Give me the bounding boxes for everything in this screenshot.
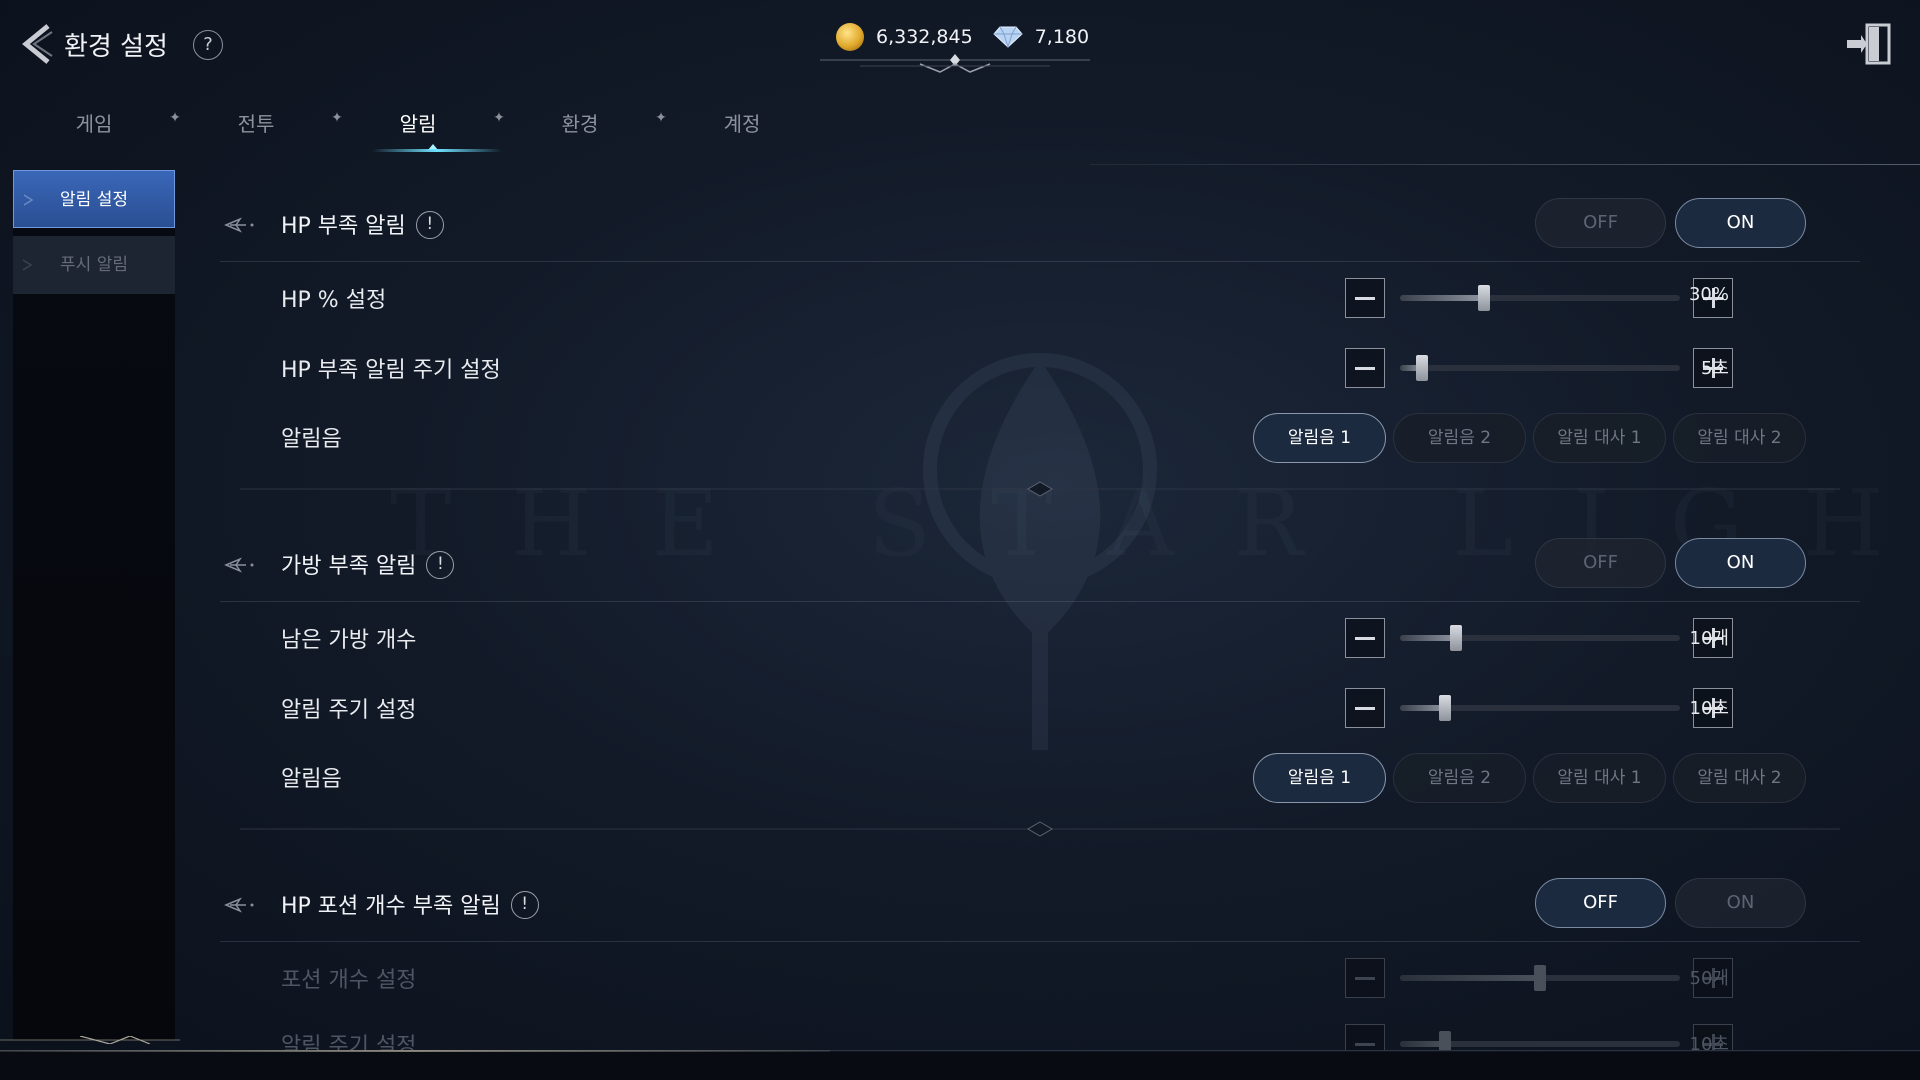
value-slider[interactable]	[1400, 695, 1680, 721]
sound-option-button[interactable]: 알림 대사 2	[1673, 413, 1806, 463]
section-title: HP 부족 알림!	[281, 208, 444, 241]
slider-thumb[interactable]	[1534, 965, 1546, 991]
sidebar: 알림 설정 푸시 알림	[13, 170, 175, 1040]
tab-separator-icon: ✦	[655, 110, 667, 126]
toggle-off-button[interactable]: OFF	[1535, 538, 1666, 588]
row-label: 남은 가방 개수	[281, 628, 417, 653]
value-slider[interactable]	[1400, 285, 1680, 311]
section-hp-low-alert: HP 부족 알림! OFF ON	[220, 188, 1860, 262]
sound-option-button[interactable]: 알림음 2	[1393, 753, 1526, 803]
row-label: 알림음	[281, 427, 342, 452]
bottom-bar	[0, 1052, 1920, 1080]
sound-option-button[interactable]: 알림 대사 1	[1533, 413, 1666, 463]
gem-amount: 7,180	[1034, 26, 1090, 48]
minus-icon[interactable]	[1345, 348, 1385, 388]
setting-row-remaining-bag: 남은 가방 개수 10개	[220, 606, 1860, 666]
setting-row-potion-alert-interval: 알림 주기 설정 10초	[220, 1012, 1860, 1050]
section-hp-potion-low-alert: HP 포션 개수 부족 알림! OFF ON	[220, 868, 1860, 942]
currency-ornament	[820, 54, 1090, 73]
row-value: 10초	[1689, 1034, 1729, 1050]
toggle-on-button[interactable]: ON	[1675, 878, 1806, 928]
section-wing-icon	[224, 897, 254, 913]
gold-amount: 6,332,845	[876, 26, 973, 48]
tab-notifications[interactable]: 알림	[364, 96, 502, 152]
value-slider[interactable]	[1400, 965, 1680, 991]
toggle-off-button[interactable]: OFF	[1535, 878, 1666, 928]
row-value: 10개	[1689, 628, 1729, 649]
setting-row-potion-count: 포션 개수 설정 50개	[220, 946, 1860, 1006]
setting-row-hp-percent: HP % 설정 30%	[220, 266, 1860, 326]
value-slider[interactable]	[1400, 625, 1680, 651]
slider-thumb[interactable]	[1450, 625, 1462, 651]
slider-thumb[interactable]	[1439, 695, 1451, 721]
minus-icon[interactable]	[1345, 1024, 1385, 1050]
row-value: 30%	[1688, 284, 1729, 305]
section-divider	[240, 821, 1840, 837]
row-label: HP 부족 알림 주기 설정	[281, 358, 501, 383]
page-title: 환경 설정	[64, 32, 168, 62]
info-icon[interactable]: !	[415, 211, 444, 239]
slider-thumb[interactable]	[1478, 285, 1490, 311]
coin-icon	[836, 23, 864, 51]
tab-caret-icon	[428, 144, 438, 150]
help-icon[interactable]: ?	[193, 30, 223, 60]
row-label: 포션 개수 설정	[281, 968, 417, 993]
minus-icon[interactable]	[1345, 278, 1385, 318]
back-arrow-icon[interactable]	[18, 22, 54, 66]
toggle-on-button[interactable]: ON	[1675, 198, 1806, 248]
section-wing-icon	[224, 217, 254, 233]
exit-door-icon[interactable]	[1845, 22, 1893, 66]
info-icon[interactable]: !	[426, 551, 455, 579]
tab-game[interactable]: 게임	[40, 96, 148, 148]
slider-thumb[interactable]	[1439, 1031, 1451, 1050]
setting-row-alert-sound: 알림음 알림음 1 알림음 2 알림 대사 1 알림 대사 2	[220, 749, 1860, 809]
sidebar-item-push-notifications[interactable]: 푸시 알림	[13, 236, 175, 294]
value-slider[interactable]	[1400, 1031, 1680, 1050]
tab-separator-icon: ✦	[331, 110, 343, 126]
section-wing-icon	[224, 557, 254, 573]
gem-icon	[993, 26, 1023, 48]
slider-thumb[interactable]	[1416, 355, 1428, 381]
tab-separator-icon: ✦	[493, 110, 505, 126]
toggle-on-button[interactable]: ON	[1675, 538, 1806, 588]
value-slider[interactable]	[1400, 355, 1680, 381]
row-label: HP % 설정	[281, 288, 387, 313]
sidebar-ornament-icon	[23, 194, 34, 206]
row-label: 알림음	[281, 767, 342, 792]
setting-row-bag-alert-interval: 알림 주기 설정 10초	[220, 676, 1860, 736]
sound-option-button[interactable]: 알림음 1	[1253, 413, 1386, 463]
tab-environment[interactable]: 환경	[526, 96, 634, 148]
sound-option-button[interactable]: 알림 대사 1	[1533, 753, 1666, 803]
section-divider	[240, 481, 1840, 497]
setting-row-hp-alert-interval: HP 부족 알림 주기 설정 5초	[220, 336, 1860, 396]
minus-icon[interactable]	[1345, 618, 1385, 658]
currency-bar: 6,332,845 7,180	[836, 22, 1089, 52]
header: 환경 설정 ? 6,332,845 7,180 게임 ✦ 전투 ✦ 알림 ✦ 환…	[0, 0, 1920, 165]
header-divider	[1090, 164, 1920, 165]
toggle-off-button[interactable]: OFF	[1535, 198, 1666, 248]
row-label: 알림 주기 설정	[281, 1034, 417, 1050]
row-label: 알림 주기 설정	[281, 698, 417, 723]
row-value: 10초	[1689, 698, 1729, 719]
sound-option-button[interactable]: 알림음 2	[1393, 413, 1526, 463]
sound-option-button[interactable]: 알림 대사 2	[1673, 753, 1806, 803]
minus-icon[interactable]	[1345, 688, 1385, 728]
tab-account[interactable]: 계정	[688, 96, 796, 148]
info-icon[interactable]: !	[510, 891, 539, 919]
sidebar-ornament-icon	[22, 259, 33, 271]
section-bag-full-alert: 가방 부족 알림! OFF ON	[220, 528, 1860, 602]
setting-row-alert-sound: 알림음 알림음 1 알림음 2 알림 대사 1 알림 대사 2	[220, 409, 1860, 469]
sound-option-button[interactable]: 알림음 1	[1253, 753, 1386, 803]
sidebar-item-notification-settings[interactable]: 알림 설정	[13, 170, 175, 228]
tab-combat[interactable]: 전투	[202, 96, 310, 148]
tab-bar: 게임 ✦ 전투 ✦ 알림 ✦ 환경 ✦ 계정	[40, 96, 796, 152]
minus-icon[interactable]	[1345, 958, 1385, 998]
section-title: HP 포션 개수 부족 알림!	[281, 888, 539, 921]
section-title: 가방 부족 알림!	[281, 548, 455, 581]
row-value: 5초	[1700, 358, 1729, 379]
tab-separator-icon: ✦	[169, 110, 181, 126]
row-value: 50개	[1689, 968, 1729, 989]
sidebar-bottom-ornament	[0, 1036, 180, 1044]
